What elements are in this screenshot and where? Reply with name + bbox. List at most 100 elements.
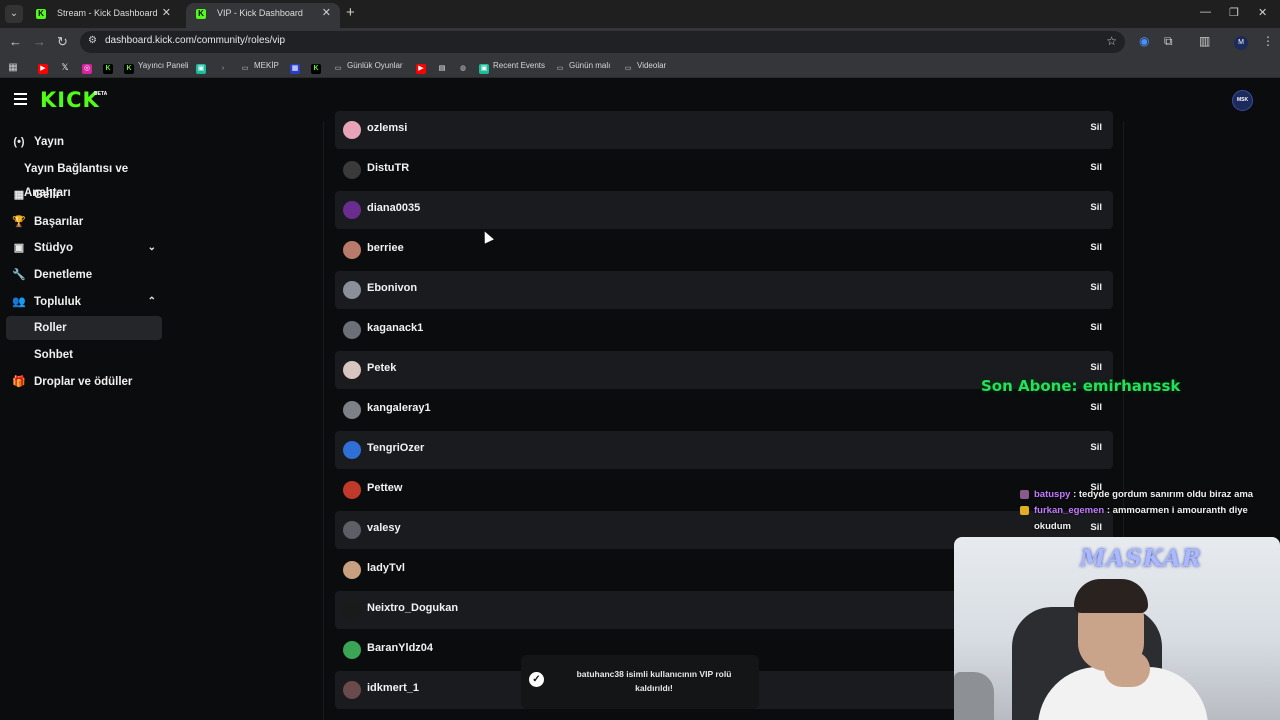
chat-message: furkan_egemen : ammoarmen i amouranth di… xyxy=(1020,503,1268,535)
back-icon[interactable]: ← xyxy=(9,34,22,49)
bookmark-gunluk-oyunlar[interactable]: ▭ Günlük Oyunlar xyxy=(333,61,403,74)
remove-vip-button[interactable]: Sil xyxy=(1090,242,1102,253)
vip-username[interactable]: valesy xyxy=(367,522,401,534)
profile-avatar[interactable]: M xyxy=(1234,36,1248,50)
remove-vip-button[interactable]: Sil xyxy=(1090,322,1102,333)
vip-user-row: TengriOzer Sil xyxy=(335,431,1113,469)
bookmark-mekip[interactable]: ▭ MEKİP xyxy=(240,61,279,74)
user-avatar[interactable] xyxy=(343,681,361,699)
user-avatar[interactable] xyxy=(343,401,361,419)
bookmark-teal[interactable]: ▣ xyxy=(196,61,210,74)
bookmark-blue[interactable]: ▦ xyxy=(290,61,304,74)
bookmark-x[interactable]: 𝕏 xyxy=(60,61,74,72)
bookmark-kick[interactable]: K xyxy=(103,61,117,74)
vip-username[interactable]: berriee xyxy=(367,242,404,254)
user-avatar[interactable] xyxy=(343,201,361,219)
user-avatar[interactable] xyxy=(343,281,361,299)
tab-search-icon[interactable]: ⌄ xyxy=(5,5,23,23)
bookmark-star-icon[interactable]: ☆ xyxy=(1106,34,1117,48)
bookmark-recent-events[interactable]: ▣ Recent Events xyxy=(479,61,545,74)
apps-grid-icon[interactable]: ▦ xyxy=(8,61,22,73)
user-avatar[interactable]: MSK xyxy=(1232,90,1253,111)
bookmark-arrow[interactable]: › xyxy=(218,61,232,74)
user-avatar[interactable] xyxy=(343,321,361,339)
forward-icon[interactable]: → xyxy=(33,34,46,49)
extension-icon[interactable]: ◉ xyxy=(1139,34,1149,48)
bookmark-videolar[interactable]: ▭ Videolar xyxy=(623,61,667,74)
vip-username[interactable]: kaganack1 xyxy=(367,322,423,334)
minimize-icon[interactable]: — xyxy=(1200,6,1211,18)
extensions-puzzle-icon[interactable]: ⧉ xyxy=(1164,34,1173,49)
restore-icon[interactable]: ❐ xyxy=(1229,6,1239,19)
remove-vip-button[interactable]: Sil xyxy=(1090,442,1102,453)
browser-tab-stream[interactable]: K Stream - Kick Dashboard ✕ xyxy=(26,3,180,28)
remove-vip-button[interactable]: Sil xyxy=(1090,402,1102,413)
vip-username[interactable]: kangaleray1 xyxy=(367,402,431,414)
vip-username[interactable]: Neixtro_Dogukan xyxy=(367,602,458,614)
gift-icon: 🎁 xyxy=(12,376,26,388)
bookmark-image[interactable]: ▤ xyxy=(437,61,451,74)
user-avatar[interactable] xyxy=(343,561,361,579)
broadcast-icon: (•) xyxy=(13,136,25,148)
wrench-icon: 🔧 xyxy=(12,269,26,281)
reload-icon[interactable]: ↻ xyxy=(57,34,68,50)
site-info-icon[interactable]: ⚙ xyxy=(88,35,97,46)
vip-username[interactable]: Petek xyxy=(367,362,396,374)
vip-username[interactable]: Ebonivon xyxy=(367,282,417,294)
user-avatar[interactable] xyxy=(343,361,361,379)
tab-close-icon[interactable]: ✕ xyxy=(162,3,171,24)
remove-vip-button[interactable]: Sil xyxy=(1090,282,1102,293)
sidebar-item-gelir[interactable]: ▦ Gelir xyxy=(6,183,162,207)
user-avatar[interactable] xyxy=(343,481,361,499)
sidebar-item-sohbet[interactable]: Sohbet xyxy=(6,343,162,367)
remove-vip-button[interactable]: Sil xyxy=(1090,162,1102,173)
vip-username[interactable]: ozlemsi xyxy=(367,122,407,134)
vip-user-row: diana0035 Sil xyxy=(335,191,1113,229)
bookmark-youtube[interactable]: ▶ xyxy=(38,61,52,74)
bookmark-instagram[interactable]: ◎ xyxy=(82,61,96,74)
vip-user-row: kangaleray1 Sil xyxy=(335,391,1113,429)
chart-icon: ▦ xyxy=(13,189,25,201)
bookmark-youtube-2[interactable]: ▶ xyxy=(416,61,430,74)
user-avatar[interactable] xyxy=(343,521,361,539)
bookmark-gunun-mali[interactable]: ▭ Günün malı xyxy=(555,61,611,74)
browser-tab-strip: ⌄ K Stream - Kick Dashboard ✕ K VIP - Ki… xyxy=(0,0,1280,28)
user-avatar[interactable] xyxy=(343,241,361,259)
new-tab-icon[interactable]: + xyxy=(346,4,355,21)
user-avatar[interactable] xyxy=(343,641,361,659)
browser-tab-vip[interactable]: K VIP - Kick Dashboard ✕ xyxy=(186,3,340,28)
sidebar-item-yayin[interactable]: (•) Yayın xyxy=(6,130,162,154)
vip-username[interactable]: TengriOzer xyxy=(367,442,424,454)
remove-vip-button[interactable]: Sil xyxy=(1090,202,1102,213)
bookmark-yayinci-paneli[interactable]: K Yayıncı Paneli xyxy=(124,61,189,74)
side-panel-icon[interactable]: ▥ xyxy=(1199,34,1210,48)
user-avatar[interactable] xyxy=(343,121,361,139)
sidebar-item-denetleme[interactable]: 🔧 Denetleme xyxy=(6,263,162,287)
kick-logo[interactable]: KICK xyxy=(40,88,100,112)
user-avatar[interactable] xyxy=(343,601,361,619)
bookmark-globe[interactable]: ◍ xyxy=(458,61,472,74)
bookmark-kick-2[interactable]: K xyxy=(311,61,325,74)
user-avatar[interactable] xyxy=(343,441,361,459)
sidebar-item-roller[interactable]: Roller xyxy=(6,316,162,340)
sidebar-item-stream-key[interactable]: Yayın Bağlantısı ve Anahtarı xyxy=(6,157,162,199)
window-close-icon[interactable]: ✕ xyxy=(1258,6,1267,19)
sidebar-item-droplar[interactable]: 🎁 Droplar ve ödüller xyxy=(6,370,162,394)
sidebar-item-topluluk[interactable]: 👥 Topluluk ⌃ xyxy=(6,290,162,314)
vip-username[interactable]: Pettew xyxy=(367,482,402,494)
vip-username[interactable]: ladyTvl xyxy=(367,562,405,574)
menu-icon[interactable]: ⋮ xyxy=(1262,34,1274,48)
vip-username[interactable]: DistuTR xyxy=(367,162,409,174)
vip-username[interactable]: diana0035 xyxy=(367,202,420,214)
sidebar-item-basarilar[interactable]: 🏆 Başarılar xyxy=(6,210,162,234)
vip-username[interactable]: BaranYldz04 xyxy=(367,642,433,654)
address-bar[interactable]: ⚙ dashboard.kick.com/community/roles/vip… xyxy=(80,31,1125,53)
remove-vip-button[interactable]: Sil xyxy=(1090,362,1102,373)
vip-user-row: berriee Sil xyxy=(335,231,1113,269)
tab-close-icon[interactable]: ✕ xyxy=(322,3,331,24)
menu-icon[interactable] xyxy=(14,93,27,105)
remove-vip-button[interactable]: Sil xyxy=(1090,122,1102,133)
vip-username[interactable]: idkmert_1 xyxy=(367,682,419,694)
sidebar-item-studyo[interactable]: ▣ Stüdyo ⌄ xyxy=(6,236,162,260)
user-avatar[interactable] xyxy=(343,161,361,179)
